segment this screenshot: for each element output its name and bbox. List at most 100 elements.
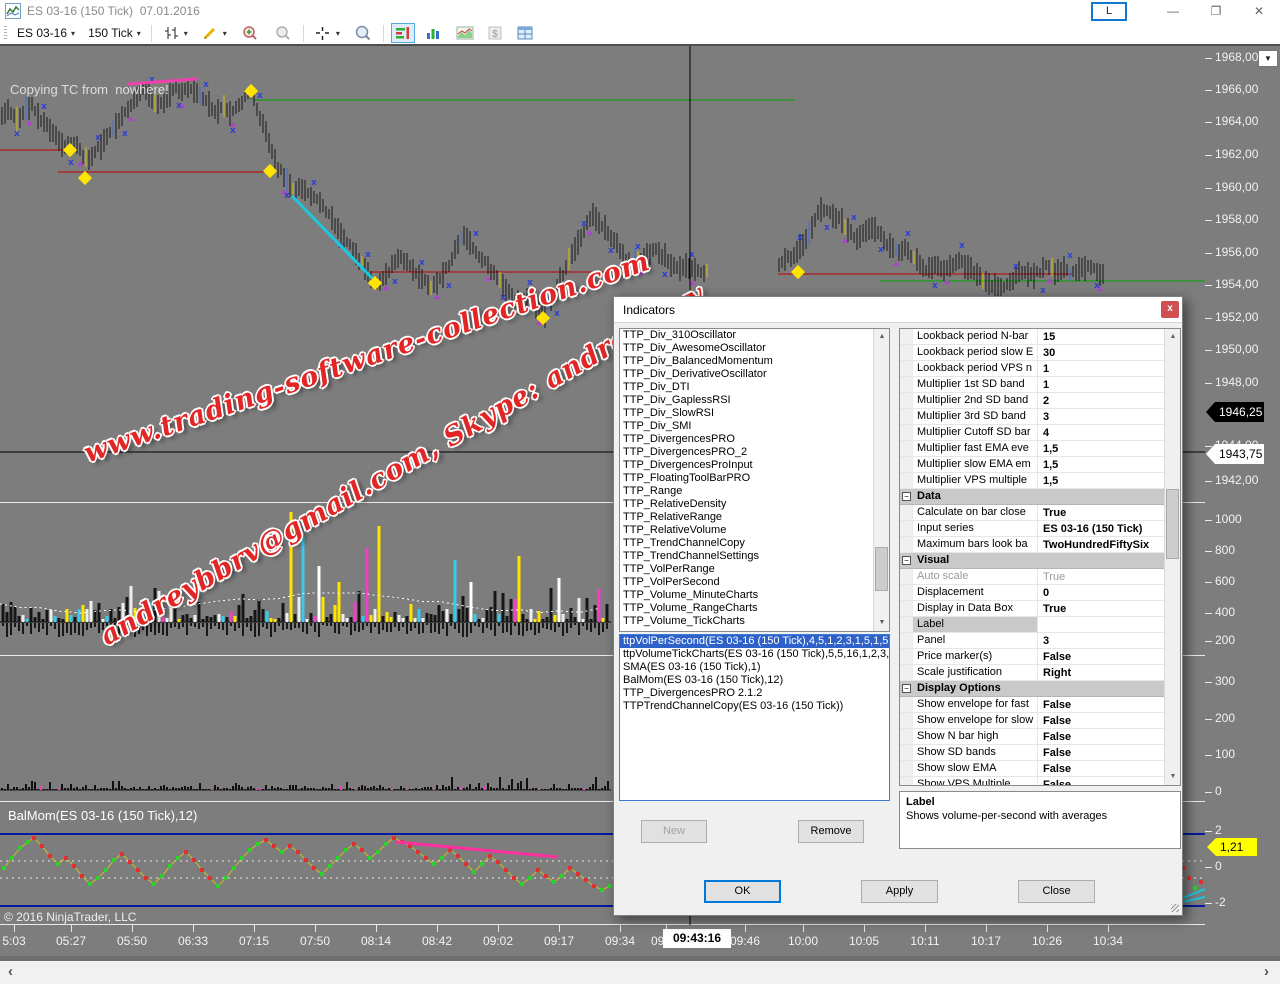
scrollbar-thumb[interactable]	[875, 547, 888, 591]
property-value[interactable]: False	[1038, 699, 1164, 711]
property-value[interactable]: 1,5	[1038, 459, 1164, 471]
property-grid[interactable]: Lookback period N-bar15Lookback period s…	[899, 328, 1181, 786]
property-row[interactable]: Maximum bars look baTwoHundredFiftySix	[900, 537, 1164, 553]
property-value[interactable]: 15	[1038, 331, 1164, 343]
property-row[interactable]: Multiplier Cutoff SD bar4	[900, 425, 1164, 441]
scroll-down-icon[interactable]: ▼	[1165, 769, 1181, 785]
property-section-header[interactable]: −Visual	[900, 553, 1164, 569]
scrollbar-thumb[interactable]	[1166, 489, 1179, 559]
indicator-list-item[interactable]: TTP_TrendChannelCopy	[620, 537, 889, 550]
selected-indicator-item[interactable]: ttpVolPerSecond(ES 03-16 (150 Tick),4,5,…	[620, 635, 889, 648]
property-value[interactable]: 0	[1038, 587, 1164, 599]
chart-overview-button[interactable]	[453, 23, 477, 43]
property-row[interactable]: Lookback period VPS n1	[900, 361, 1164, 377]
indicator-list-item[interactable]: TTP_Div_DerivativeOscillator	[620, 368, 889, 381]
property-row[interactable]: Panel3	[900, 633, 1164, 649]
scroll-down-icon[interactable]: ▼	[874, 615, 890, 631]
selected-indicator-item[interactable]: TTPTrendChannelCopy(ES 03-16 (150 Tick))	[620, 700, 889, 713]
property-value[interactable]: Right	[1038, 667, 1164, 679]
property-row[interactable]: Show envelope for fastFalse	[900, 697, 1164, 713]
indicator-list-item[interactable]: TTP_TrendChannelSettings	[620, 550, 889, 563]
minimize-button[interactable]: —	[1158, 2, 1188, 21]
property-row[interactable]: Multiplier 2nd SD band2	[900, 393, 1164, 409]
property-row[interactable]: Input seriesES 03-16 (150 Tick)	[900, 521, 1164, 537]
indicator-list-item[interactable]: TTP_RelativeVolume	[620, 524, 889, 537]
indicator-list-item[interactable]: TTP_Div_SMI	[620, 420, 889, 433]
indicator-list-item[interactable]: TTP_FloatingToolBarPRO	[620, 472, 889, 485]
property-value[interactable]: 3	[1038, 411, 1164, 423]
collapse-icon[interactable]: −	[902, 684, 911, 693]
indicator-list-item[interactable]: TTP_Range	[620, 485, 889, 498]
toolbar-grip[interactable]	[4, 26, 7, 40]
scroll-left-icon[interactable]: ‹	[8, 963, 13, 980]
indicator-list-item[interactable]: TTP_Volume_RangeCharts	[620, 602, 889, 615]
data-box-button[interactable]	[513, 23, 537, 43]
indicator-list-item[interactable]: TTP_VolPerSecond	[620, 576, 889, 589]
indicator-list-item[interactable]: TTP_Div_DTI	[620, 381, 889, 394]
link-button[interactable]: L	[1091, 2, 1127, 21]
property-value[interactable]: False	[1038, 779, 1164, 787]
period-selector[interactable]: 150 Tick ▾	[85, 25, 144, 41]
property-row[interactable]: Label	[900, 617, 1164, 633]
resize-grip[interactable]	[1171, 904, 1179, 912]
property-value[interactable]: False	[1038, 747, 1164, 759]
property-row[interactable]: Auto scaleTrue	[900, 569, 1164, 585]
scroll-up-icon[interactable]: ▲	[874, 329, 890, 345]
property-value[interactable]: 1,5	[1038, 443, 1164, 455]
selected-indicator-item[interactable]: ttpVolumeTickCharts(ES 03-16 (150 Tick),…	[620, 648, 889, 661]
property-value[interactable]: 2	[1038, 395, 1164, 407]
property-value[interactable]: 1	[1038, 379, 1164, 391]
property-row[interactable]: Multiplier 3rd SD band3	[900, 409, 1164, 425]
property-value[interactable]: False	[1038, 715, 1164, 727]
price-axis[interactable]: ▼ 1968,001966,001964,001962,001960,00195…	[1205, 46, 1280, 925]
property-row[interactable]: Price marker(s)False	[900, 649, 1164, 665]
property-row[interactable]: Display in Data BoxTrue	[900, 601, 1164, 617]
property-value[interactable]: 3	[1038, 635, 1164, 647]
indicator-list-item[interactable]: TTP_RelativeDensity	[620, 498, 889, 511]
property-row[interactable]: Show slow EMAFalse	[900, 761, 1164, 777]
indicator-list-item[interactable]: TTP_Volume_TickCharts	[620, 615, 889, 628]
property-value[interactable]: True	[1038, 507, 1164, 519]
dialog-close-button[interactable]: x	[1161, 301, 1179, 318]
indicator-list-item[interactable]: TTP_RelativeRange	[620, 511, 889, 524]
collapse-icon[interactable]: −	[902, 492, 911, 501]
collapse-icon[interactable]: −	[902, 556, 911, 565]
property-row[interactable]: Show VPS MultipleFalse	[900, 777, 1164, 786]
indicator-list-item[interactable]: TTP_Div_310Oscillator	[620, 329, 889, 342]
scroll-up-icon[interactable]: ▲	[1165, 329, 1181, 345]
bar-type-button[interactable]: ▾	[159, 23, 191, 43]
property-row[interactable]: Show N bar highFalse	[900, 729, 1164, 745]
property-value[interactable]: ES 03-16 (150 Tick)	[1038, 523, 1164, 535]
property-row[interactable]: Displacement0	[900, 585, 1164, 601]
indicator-list-item[interactable]: TTP_DivergencesPRO	[620, 433, 889, 446]
indicator-list-item[interactable]: TTP_DivergencesProInput	[620, 459, 889, 472]
zoom-in-button[interactable]	[237, 23, 263, 43]
draw-button[interactable]: ▾	[198, 23, 230, 43]
crosshair-button[interactable]: ▾	[311, 23, 343, 43]
remove-button[interactable]: Remove	[798, 820, 864, 843]
zoom-out-button[interactable]	[270, 23, 296, 43]
property-section-header[interactable]: −Data	[900, 489, 1164, 505]
property-value[interactable]: 1	[1038, 363, 1164, 375]
instrument-selector[interactable]: ES 03-16 ▾	[14, 25, 78, 41]
property-row[interactable]: Lookback period N-bar15	[900, 329, 1164, 345]
scroll-right-icon[interactable]: ›	[1264, 963, 1269, 980]
indicator-list-item[interactable]: TTP_Div_AwesomeOscillator	[620, 342, 889, 355]
close-dialog-button[interactable]: Close	[1018, 880, 1095, 903]
property-row[interactable]: Scale justificationRight	[900, 665, 1164, 681]
restore-button[interactable]: ❐	[1201, 2, 1231, 21]
dollar-button[interactable]: $	[484, 23, 506, 43]
axis-dropdown-button[interactable]: ▼	[1258, 50, 1278, 67]
selected-indicator-item[interactable]: SMA(ES 03-16 (150 Tick),1)	[620, 661, 889, 674]
property-row[interactable]: Calculate on bar closeTrue	[900, 505, 1164, 521]
property-row[interactable]: Lookback period slow E30	[900, 345, 1164, 361]
property-value[interactable]: True	[1038, 603, 1164, 615]
property-row[interactable]: Multiplier 1st SD band1	[900, 377, 1164, 393]
close-button[interactable]: ✕	[1244, 2, 1274, 21]
list-scrollbar[interactable]: ▲ ▼	[873, 329, 889, 631]
property-section-header[interactable]: −Display Options	[900, 681, 1164, 697]
property-value[interactable]: False	[1038, 731, 1164, 743]
selected-indicators-list[interactable]: ttpVolPerSecond(ES 03-16 (150 Tick),4,5,…	[619, 634, 890, 801]
property-row[interactable]: Show SD bandsFalse	[900, 745, 1164, 761]
property-row[interactable]: Show envelope for slowFalse	[900, 713, 1164, 729]
